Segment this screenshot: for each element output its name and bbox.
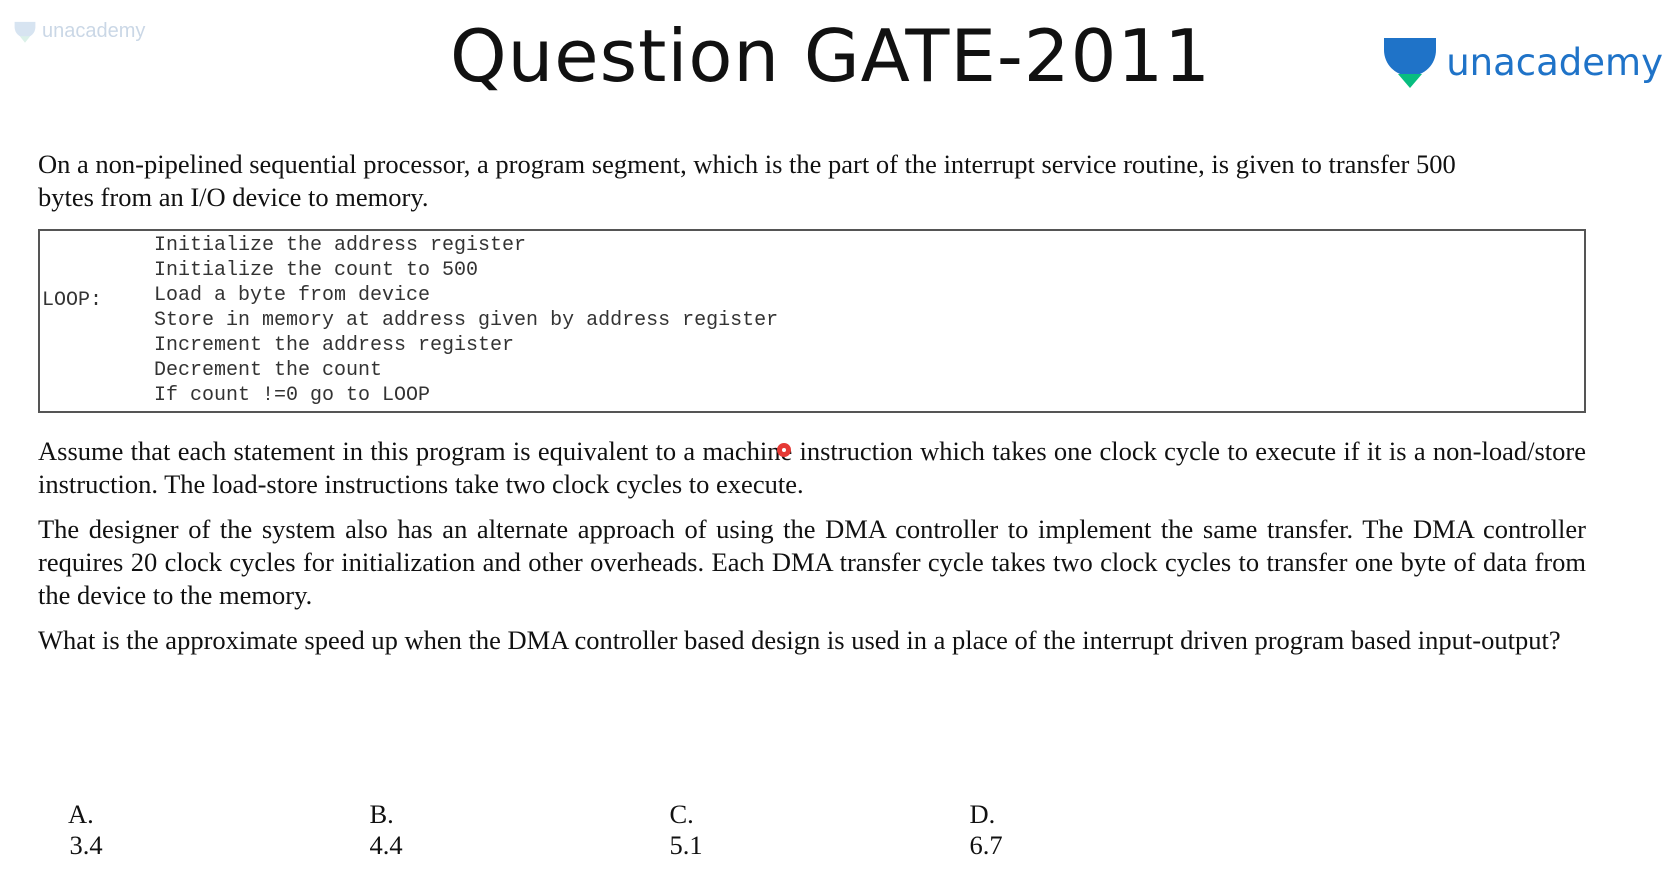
option-letter: D. <box>969 799 996 829</box>
code-line: Decrement the count <box>154 359 383 382</box>
code-loop-label: LOOP: <box>42 289 103 312</box>
option-b[interactable]: B. 4.4 <box>343 768 403 892</box>
brand-logo: unacademy <box>1382 36 1663 88</box>
pointer-cursor-icon <box>777 443 791 457</box>
question-paragraph: Assume that each statement in this progr… <box>38 436 1586 499</box>
question-paragraph: The designer of the system also has an a… <box>38 514 1586 610</box>
question-body: On a non-pipelined sequential processor,… <box>38 148 1586 657</box>
answer-options: A. 3.4 B. 4.4 C. 5.1 D. 6.7 <box>0 768 1671 860</box>
option-d[interactable]: D. 6.7 <box>943 768 1003 892</box>
code-line: Initialize the address register <box>154 234 527 257</box>
code-line: Initialize the count to 500 <box>154 259 479 282</box>
unacademy-logo-icon <box>1384 38 1437 88</box>
question-paragraph: What is the approximate speed up when th… <box>38 625 1561 655</box>
code-block: LOOP: Initialize the address register In… <box>38 229 1586 413</box>
option-c[interactable]: C. 5.1 <box>643 768 703 892</box>
code-line: Increment the address register <box>154 334 515 357</box>
code-line: Load a byte from device <box>154 284 431 307</box>
option-letter: C. <box>669 799 694 829</box>
option-letter: B. <box>369 799 394 829</box>
option-a[interactable]: A. 3.4 <box>43 768 103 892</box>
brand-name: unacademy <box>1446 40 1663 84</box>
question-intro: On a non-pipelined sequential processor,… <box>38 149 1456 212</box>
option-letter: A. <box>68 799 94 829</box>
code-line: Store in memory at address given by addr… <box>154 309 779 332</box>
code-line: If count !=0 go to LOOP <box>154 384 431 407</box>
